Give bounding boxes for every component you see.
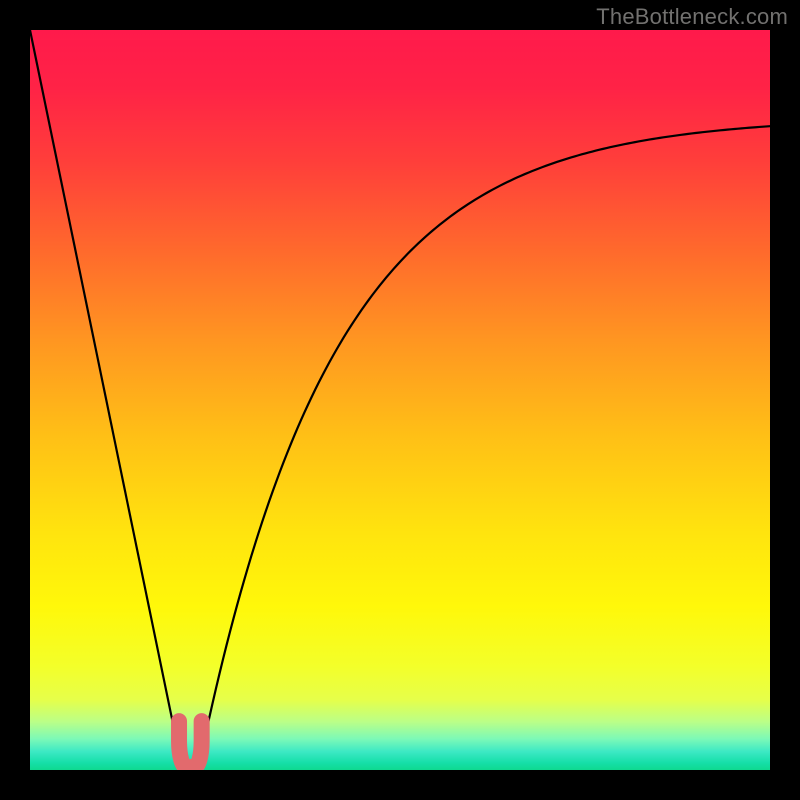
plot-frame (30, 30, 770, 770)
bottleneck-curve (30, 30, 770, 770)
attribution-watermark: TheBottleneck.com (596, 4, 788, 30)
